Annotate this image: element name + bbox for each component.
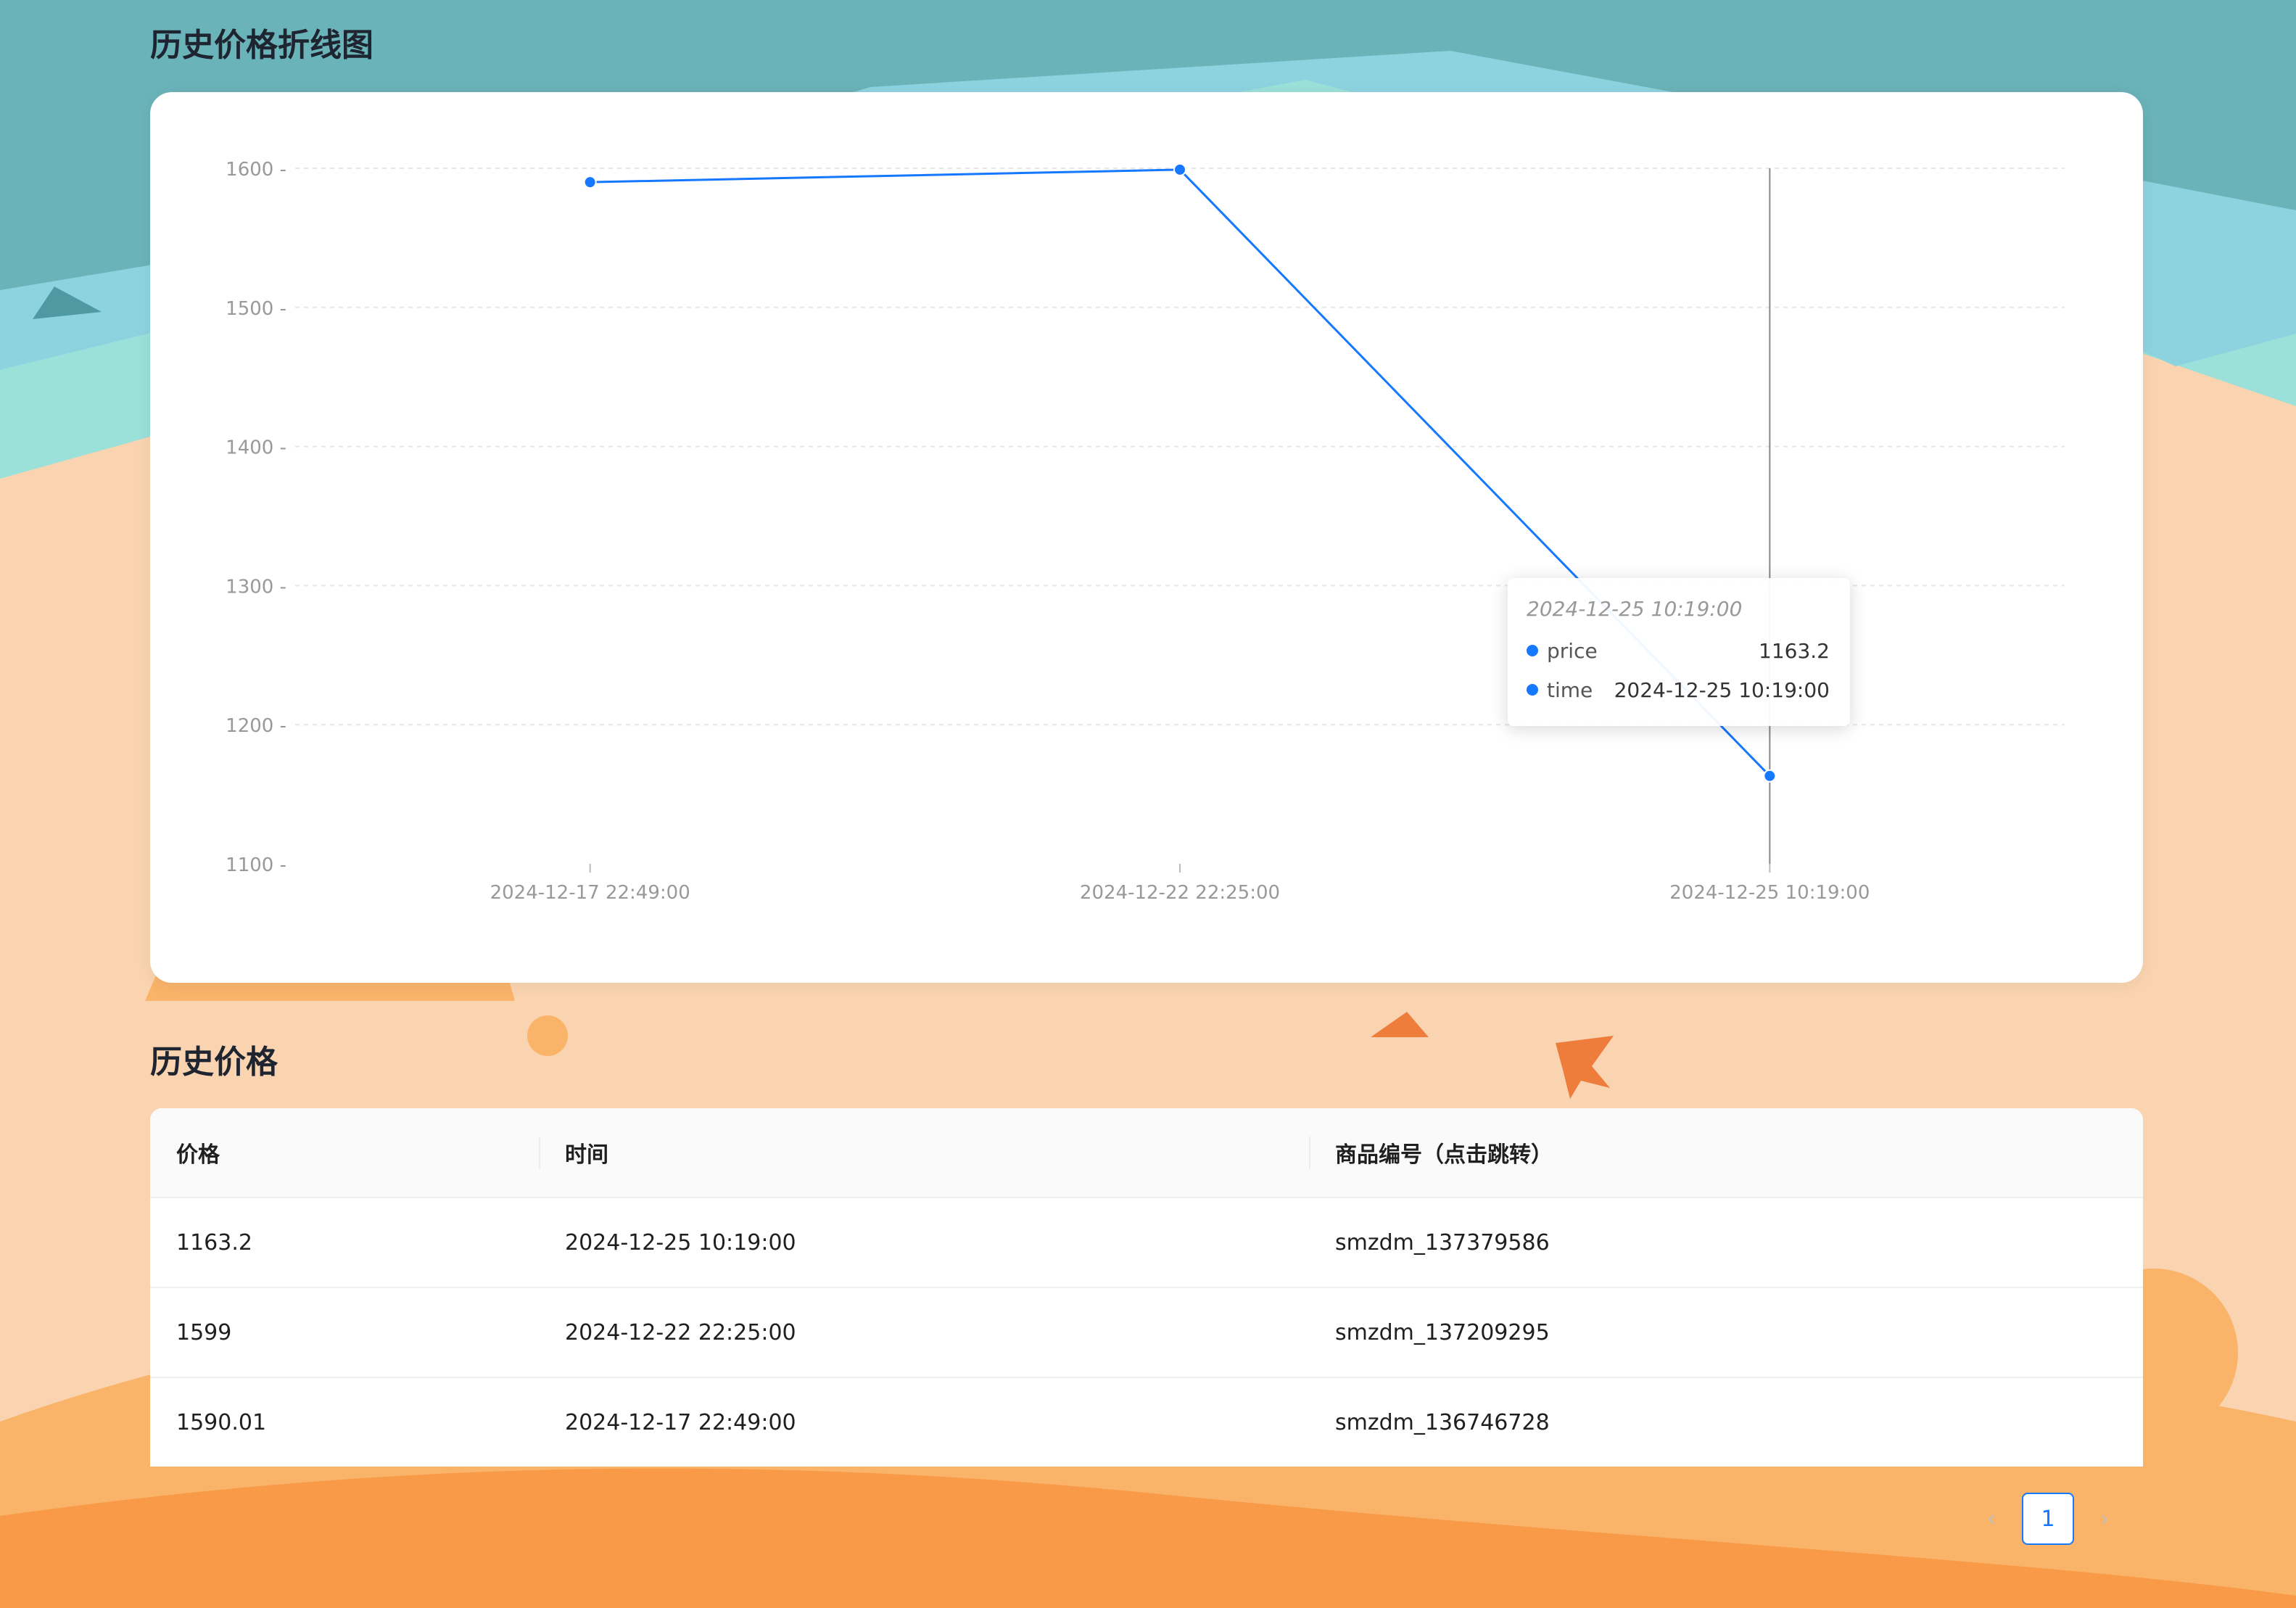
chevron-left-icon[interactable]: ‹ — [1970, 1493, 2013, 1545]
y-tick-label: 1300 - — [226, 576, 286, 598]
product-id-link[interactable]: smzdm_136746728 — [1309, 1410, 2143, 1435]
tooltip-title: 2024-12-25 10:19:00 — [1527, 597, 1743, 621]
y-tick-label: 1600 - — [226, 159, 286, 181]
x-tick-label: 2024-12-17 22:49:00 — [490, 882, 690, 904]
cell-price: 1163.2 — [176, 1229, 252, 1256]
tooltip-row-time: time 2024-12-25 10:19:00 — [1527, 675, 1830, 704]
cell-price: 1599 — [176, 1319, 232, 1345]
tooltip-value: 1163.2 — [1759, 638, 1830, 663]
page-1-button[interactable]: 1 — [2022, 1493, 2074, 1545]
column-header-time[interactable]: 时间 — [539, 1137, 1309, 1168]
chevron-right-icon[interactable]: › — [2083, 1493, 2126, 1545]
cell-time: 2024-12-17 22:49:00 — [565, 1409, 796, 1435]
y-tick-label: 1400 - — [226, 437, 286, 459]
pagination: ‹ 1 › — [1970, 1493, 2126, 1545]
table-row: 1163.2 2024-12-25 10:19:00 smzdm_1373795… — [150, 1198, 2143, 1288]
tooltip-label: time — [1547, 677, 1593, 702]
data-point — [1173, 162, 1186, 176]
series-dot-icon — [1527, 645, 1538, 656]
table-section-title: 历史价格 — [150, 1044, 278, 1081]
product-id-link[interactable]: smzdm_137379586 — [1309, 1230, 2143, 1256]
cell-time: 2024-12-22 22:25:00 — [565, 1319, 796, 1345]
price-chart-card: 1100 - 1200 - 1300 - 1400 - 1500 - 1600 - 2024… — [150, 92, 2143, 983]
data-point — [583, 176, 597, 189]
tooltip-row-price: price 1163.2 — [1527, 636, 1830, 665]
column-header-price[interactable]: 价格 — [150, 1137, 539, 1168]
y-tick-label: 1500 - — [226, 298, 286, 320]
column-header-product-id[interactable]: 商品编号（点击跳转） — [1309, 1137, 2143, 1168]
table-header: 价格 时间 商品编号（点击跳转） — [150, 1108, 2143, 1198]
price-line-chart[interactable]: 1100 - 1200 - 1300 - 1400 - 1500 - 1600 - 2024… — [150, 92, 2143, 983]
x-tick-label: 2024-12-22 22:25:00 — [1080, 882, 1280, 904]
cell-price: 1590.01 — [176, 1409, 267, 1435]
y-tick-label: 1100 - — [226, 854, 286, 876]
product-id-link[interactable]: smzdm_137209295 — [1309, 1320, 2143, 1345]
chart-tooltip: 2024-12-25 10:19:00 price 1163.2 time 20… — [1508, 578, 1850, 726]
y-tick-label: 1200 - — [226, 715, 286, 737]
table-row: 1590.01 2024-12-17 22:49:00 smzdm_136746… — [150, 1378, 2143, 1467]
series-dot-icon — [1527, 684, 1538, 696]
price-history-table: 价格 时间 商品编号（点击跳转） 1163.2 2024-12-25 10:19… — [150, 1108, 2143, 1467]
cell-time: 2024-12-25 10:19:00 — [565, 1229, 796, 1256]
data-point — [1763, 769, 1777, 783]
chart-section-title: 历史价格折线图 — [150, 27, 373, 64]
tooltip-value: 2024-12-25 10:19:00 — [1614, 677, 1830, 702]
tooltip-label: price — [1547, 638, 1598, 663]
x-tick-label: 2024-12-25 10:19:00 — [1669, 882, 1870, 904]
table-row: 1599 2024-12-22 22:25:00 smzdm_137209295 — [150, 1288, 2143, 1378]
